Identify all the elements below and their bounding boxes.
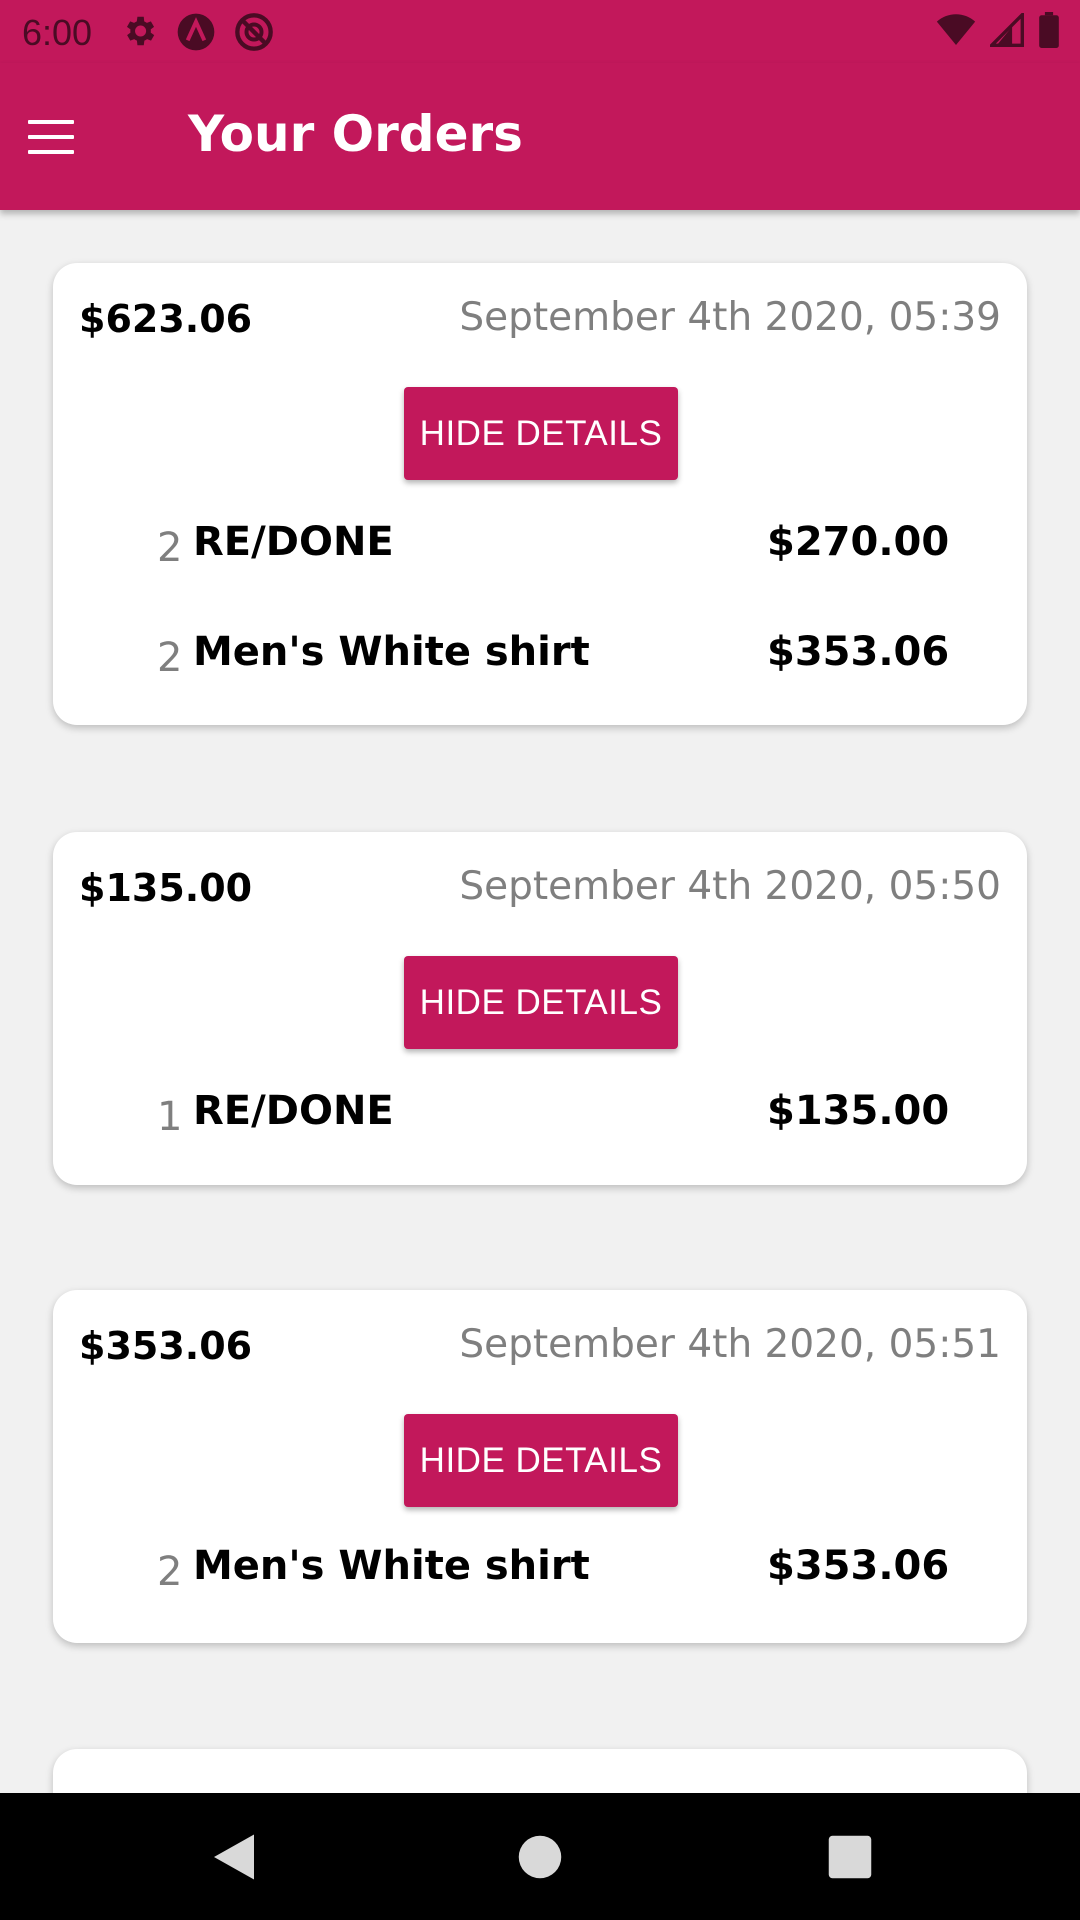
item-price: $353.06: [767, 1543, 950, 1589]
item-quantity: 2: [157, 1549, 183, 1595]
battery-icon: [1039, 12, 1059, 48]
orders-list[interactable]: $623.06 September 4th 2020, 05:39 HIDE D…: [0, 210, 1080, 1793]
order-date: September 4th 2020, 05:50: [459, 864, 1001, 909]
page-title: Your Orders: [188, 105, 523, 163]
app-a-icon: [177, 13, 215, 51]
order-date: September 4th 2020, 05:39: [459, 295, 1001, 340]
item-quantity: 1: [157, 1094, 183, 1140]
status-bar: 6:00: [0, 0, 1080, 63]
status-time: 6:00: [22, 12, 93, 53]
item-name: RE/DONE: [193, 1088, 394, 1134]
back-icon[interactable]: [204, 1827, 264, 1887]
order-date: September 4th 2020, 05:51: [459, 1322, 1001, 1367]
order-card: $353.06 September 4th 2020, 05:51 HIDE D…: [53, 1290, 1027, 1643]
system-nav-bar: [0, 1793, 1080, 1920]
hide-details-button[interactable]: HIDE DETAILS: [404, 1414, 678, 1507]
order-total: $623.06: [79, 297, 253, 341]
app-bar: Your Orders: [0, 63, 1080, 210]
order-item: 2 RE/DONE $270.00: [157, 519, 977, 579]
item-price: $135.00: [767, 1088, 950, 1134]
order-item: 2 Men's White shirt $353.06: [157, 629, 977, 689]
item-price: $353.06: [767, 629, 950, 675]
item-name: RE/DONE: [193, 519, 394, 565]
cell-signal-icon: [990, 13, 1024, 47]
item-quantity: 2: [157, 635, 183, 681]
order-total: $353.06: [79, 1324, 253, 1368]
status-icons-left: [120, 12, 274, 52]
order-item: 2 Men's White shirt $353.06: [157, 1543, 977, 1603]
hamburger-menu-icon[interactable]: [28, 120, 74, 154]
order-card-partial: [53, 1749, 1027, 1793]
hide-details-button[interactable]: HIDE DETAILS: [404, 956, 678, 1049]
no-disturb-icon: [235, 13, 273, 51]
item-price: $270.00: [767, 519, 950, 565]
home-icon[interactable]: [510, 1827, 570, 1887]
item-quantity: 2: [157, 525, 183, 571]
order-item: 1 RE/DONE $135.00: [157, 1088, 977, 1148]
order-card: $623.06 September 4th 2020, 05:39 HIDE D…: [53, 263, 1027, 725]
status-icons-right: [936, 12, 1060, 48]
order-card: $135.00 September 4th 2020, 05:50 HIDE D…: [53, 832, 1027, 1185]
item-name: Men's White shirt: [193, 1543, 590, 1589]
wifi-icon: [936, 14, 976, 45]
gear-icon: [126, 16, 155, 46]
order-total: $135.00: [79, 866, 253, 910]
hide-details-button[interactable]: HIDE DETAILS: [404, 387, 678, 480]
recents-icon[interactable]: [820, 1827, 880, 1887]
item-name: Men's White shirt: [193, 629, 590, 675]
